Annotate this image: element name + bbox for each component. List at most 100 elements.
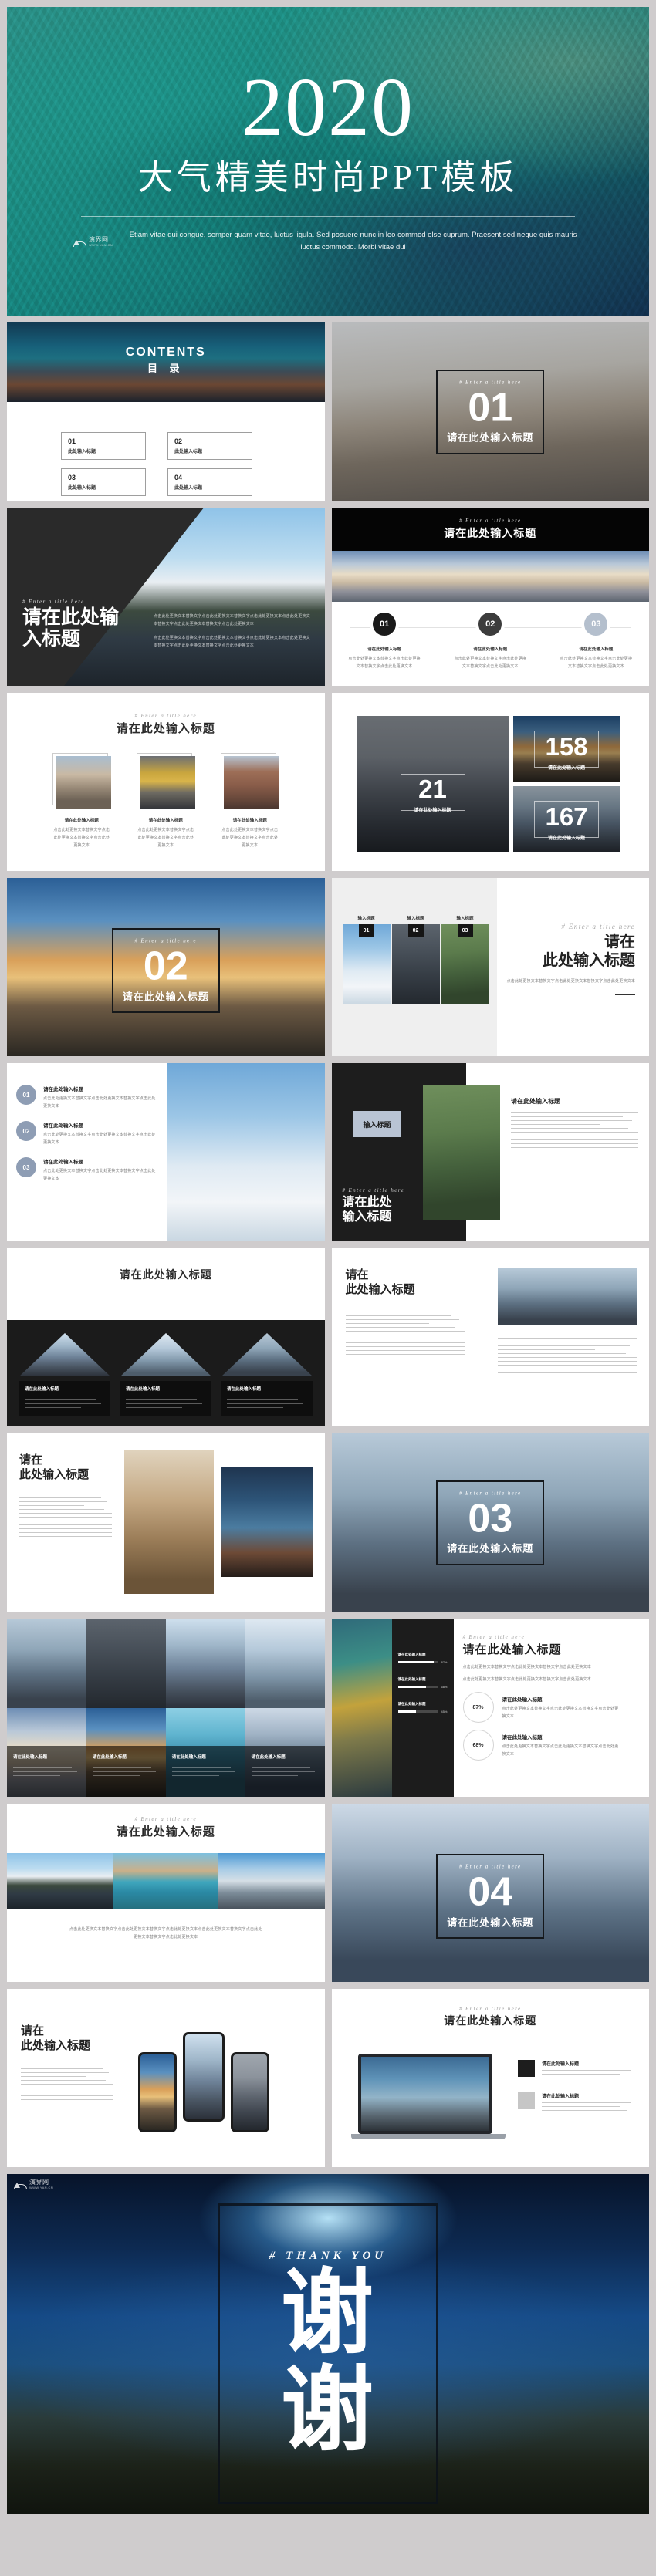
contents-item-01[interactable]: 01 此处输入标题 [61,432,146,460]
mini-card-caption: 输入标题 [456,917,474,921]
watermark-name: 演界网 [89,235,109,243]
percent-side-photo [331,1619,392,1797]
percent-bar-fill [397,1710,417,1713]
gallery-body: 点击此处更换文本替换文字点击此处更换文本替换文字点击此处更换文本点击此处更换文本… [69,1927,262,1940]
numlist-body: 点击此处更换文本替换文字点击此处更换文本替换文字点击此处更换文本 [43,1169,156,1181]
slides-grid: CONTENTS 目 录 01 此处输入标题 02 此处输入标题 03 此处输入… [7,322,649,2167]
contents-item-02[interactable]: 02 此处输入标题 [167,432,252,460]
slide-phone-mockups: 请在 此处输入标题 [7,1989,325,2167]
laptop-kicker: # Enter a title here [458,2006,522,2012]
mini-card-3[interactable]: 输入标题 03 [441,915,489,1004]
triangle-title: 请在此处输入标题 [126,1387,161,1392]
stat-card-2[interactable]: 21 请在此处输入标题 [356,716,509,852]
slide-cards-three: 输入标题 01 输入标题 02 输入标题 03 # Enter a title … [331,878,649,1056]
slide-numbered-list: 01 请在此处输入标题 点击此处更换文本替换文字点击此处更换文本替换文字点击此处… [7,1063,325,1241]
split-body-2: 点击此处更换文本替换文字点击此处更换文本替换文字点击此处更换文本点击此处更换文本… [154,636,310,648]
laptop-title: 请在此处输入标题 [444,2014,537,2027]
triangle-card-1[interactable]: 请在此处输入标题 [19,1333,110,1416]
mosaic-caption-cell: 请在此处输入标题 [166,1746,245,1797]
mosaic-tile[interactable] [86,1619,166,1708]
split-title-line1: 请在此处输 [22,606,120,628]
step-item-01[interactable]: 01 请在此处输入标题 点击此处更换文本替换文字点击此处更换文本替换文字点击此处… [347,609,421,670]
gallery-image-3[interactable] [218,1853,325,1909]
numlist-item-03[interactable]: 03 请在此处输入标题 点击此处更换文本替换文字点击此处更换文本替换文字点击此处… [16,1157,163,1183]
percent-bar-value: 87% [441,1660,448,1664]
slide-deck-page: 2020 大气精美时尚PPT模板 演界网 WWW.YAN.CN Etiam vi… [0,0,656,2514]
slide-photo-stack: 请在 此处输入标题 [7,1433,325,1612]
phones-lines [21,2064,113,2100]
twocol-left-lines [345,1308,465,1358]
section-title: 请在此处输入标题 [447,431,534,444]
phone-mockup-1 [138,2052,177,2132]
step-body: 点击此处更换文本替换文字点击此处更换文本替换文字点击此处更换文本 [348,657,421,669]
dark-panel-photo [422,1085,500,1220]
mini-card-number: 03 [457,924,473,937]
watermark-logo: 演界网 WWW.YAN.CN [14,2179,53,2189]
mini-card-2[interactable]: 输入标题 02 [391,915,440,1004]
photo-body: 点击此处更换文本替换文字点击此处更换文本替换文字点击此处更换文本 [221,828,279,848]
laptop-base [350,2134,506,2139]
mosaic-tile[interactable] [7,1619,86,1708]
percent-body-1: 点击此处更换文本替换文字点击此处更换文本替换文字点击此处更换文本 [462,1665,591,1670]
stack-photo-1 [124,1450,214,1594]
section-number: 02 [143,944,188,989]
triangle-card-3[interactable]: 请在此处输入标题 [221,1333,313,1416]
photo-body: 点击此处更换文本替换文字点击此处更换文本替换文字点击此处更换文本 [137,828,194,848]
percent-circle-row: 87% 请在此处输入标题 点击此处更换文本替换文字点击此处更换文本替换文字点击此… [462,1692,639,1723]
cards-title-line1: 请在 [604,934,635,950]
section-number: 01 [468,385,513,430]
mini-card-1[interactable]: 输入标题 01 [342,915,391,1004]
step-item-03[interactable]: 03 请在此处输入标题 点击此处更换文本替换文字点击此处更换文本替换文字点击此处… [559,609,633,670]
stack-title-line2: 此处输入标题 [19,1467,90,1481]
mosaic-caption-cell: 请在此处输入标题 [86,1746,166,1797]
photo-card-3[interactable]: 请在此处输入标题 点击此处更换文本替换文字点击此处更换文本替换文字点击此处更换文… [220,753,279,849]
numlist-item-02[interactable]: 02 请在此处输入标题 点击此处更换文本替换文字点击此处更换文本替换文字点击此处… [16,1121,163,1146]
slide-laptop-mockup: # Enter a title here 请在此处输入标题 请在此处输入标题 请… [331,1989,649,2167]
twocol-title-line1: 请在 [345,1268,369,1281]
stat-card-1[interactable]: 158 请在此处输入标题 [512,716,620,782]
step-item-02[interactable]: 02 请在此处输入标题 点击此处更换文本替换文字点击此处更换文本替换文字点击此处… [453,609,527,670]
mosaic-tile[interactable] [245,1619,325,1708]
cover-description: Etiam vitae dui congue, semper quam vita… [129,231,577,252]
dark-panel-tag[interactable]: 输入标题 [353,1111,401,1137]
percent-circle-value: 87% [462,1692,494,1723]
percent-circle-value: 68% [462,1730,494,1761]
dark-title-line2: 输入标题 [342,1210,392,1224]
dark-title-line1: 请在此处 [342,1195,392,1209]
percent-bar-value: 68% [441,1685,448,1689]
slide-section-02: # Enter a title here 02 请在此处输入标题 [7,878,325,1056]
stat-label: 请在此处输入标题 [414,808,451,813]
stat-label: 请在此处输入标题 [547,766,585,771]
slide-three-photos: # Enter a title here 请在此处输入标题 请在此处输入标题 点… [7,693,325,871]
numlist-title: 请在此处输入标题 [43,1087,83,1092]
slide-contents: CONTENTS 目 录 01 此处输入标题 02 此处输入标题 03 此处输入… [7,322,325,501]
photo-card-2[interactable]: 请在此处输入标题 点击此处更换文本替换文字点击此处更换文本替换文字点击此处更换文… [136,753,195,849]
laptop-item-title: 请在此处输入标题 [542,2062,580,2067]
percent-bars-panel: 请在此处输入标题 87% 请在此处输入标题 68% 请在此处输入标题 45% [391,1619,454,1797]
mosaic-caption: 请在此处输入标题 [251,1755,286,1760]
triangle-card-2[interactable]: 请在此处输入标题 [120,1333,211,1416]
stat-card-3[interactable]: 167 请在此处输入标题 [512,786,620,852]
slide-mosaic: 请在此处输入标题 请在此处输入标题 请在此处输入标题 请在此处输入标题 [7,1619,325,1797]
numlist-badge: 01 [16,1085,36,1105]
mosaic-caption: 请在此处输入标题 [171,1755,206,1760]
gallery-kicker: # Enter a title here [134,1816,198,1822]
gallery-image-1[interactable] [7,1853,113,1909]
contents-item-number: 03 [68,474,76,481]
cover-divider [81,216,575,218]
dark-right-title: 请在此处输入标题 [511,1098,560,1105]
slide-triangle-cards: 请在此处输入标题 请在此处输入标题 请在此处输入标题 请在此处输入标题 [7,1248,325,1426]
mosaic-tile[interactable] [165,1619,245,1708]
numlist-body: 点击此处更换文本替换文字点击此处更换文本替换文字点击此处更换文本 [43,1133,156,1145]
numlist-item-01[interactable]: 01 请在此处输入标题 点击此处更换文本替换文字点击此处更换文本替换文字点击此处… [16,1085,163,1110]
percent-bar-row: 请在此处输入标题 68% [397,1677,448,1689]
gallery-image-2[interactable] [113,1853,219,1909]
contents-item-04[interactable]: 04 此处输入标题 [167,468,252,496]
triangle-title: 请在此处输入标题 [25,1387,59,1392]
photo-card-1[interactable]: 请在此处输入标题 点击此处更换文本替换文字点击此处更换文本替换文字点击此处更换文… [52,753,111,849]
watermark-name: 演界网 [29,2179,49,2186]
contents-item-03[interactable]: 03 此处输入标题 [61,468,146,496]
slide-section-01: # Enter a title here 01 请在此处输入标题 [331,322,649,501]
split-kicker: # Enter a title here [22,599,85,605]
mini-card-number: 02 [407,924,424,937]
